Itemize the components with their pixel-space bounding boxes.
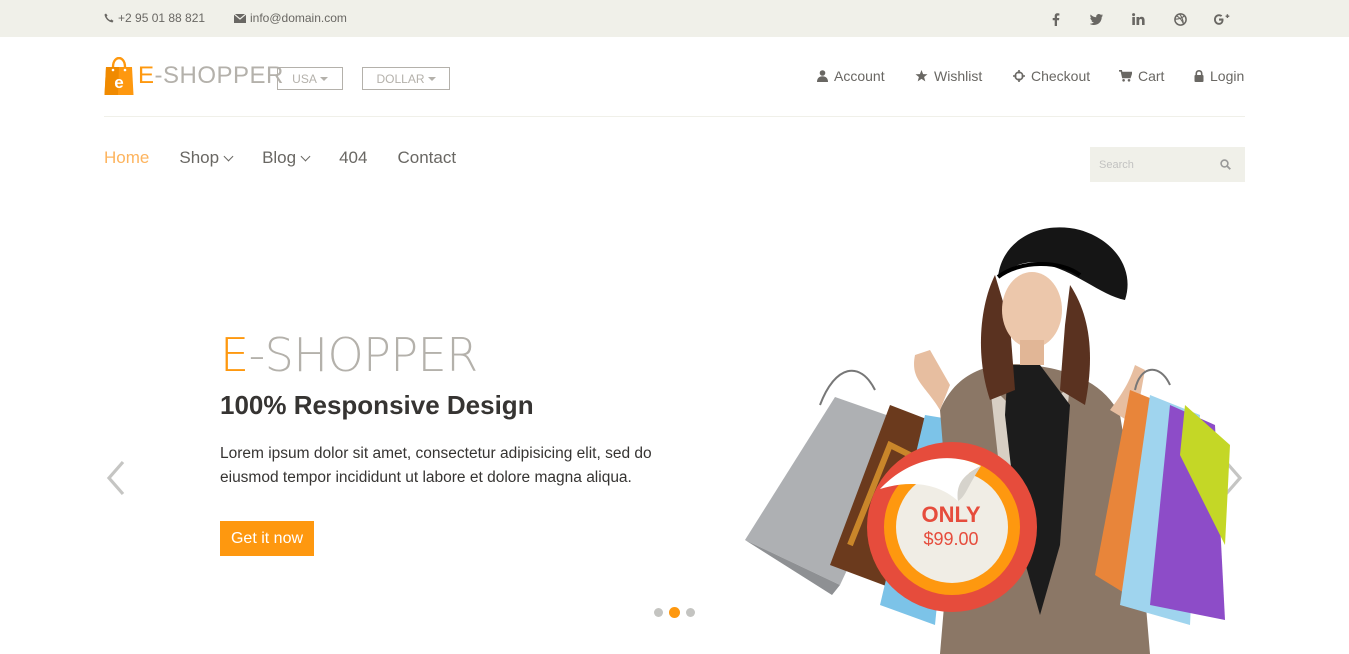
main-navigation: Home Shop Blog 404 Contact <box>104 147 486 169</box>
search-icon[interactable] <box>1220 159 1231 170</box>
star-icon <box>915 70 928 82</box>
logo[interactable]: e E-SHOPPER <box>104 57 284 95</box>
price-label: ONLY <box>921 502 981 527</box>
twitter-icon[interactable] <box>1086 9 1106 29</box>
shopping-bag-logo-icon: e <box>104 57 134 95</box>
nav-home[interactable]: Home <box>104 147 149 169</box>
dribbble-icon[interactable] <box>1170 9 1190 29</box>
account-link[interactable]: Account <box>817 68 885 84</box>
slide-indicator[interactable] <box>654 608 663 617</box>
search-input[interactable] <box>1090 158 1210 171</box>
login-link[interactable]: Login <box>1194 68 1244 84</box>
lock-icon <box>1194 70 1204 82</box>
google-plus-icon[interactable] <box>1212 9 1232 29</box>
crosshairs-icon <box>1013 70 1025 82</box>
facebook-icon[interactable] <box>1046 9 1066 29</box>
slider-indicators <box>654 607 695 618</box>
phone-contact[interactable]: +2 95 01 88 821 <box>104 11 205 25</box>
login-label: Login <box>1210 68 1245 84</box>
currency-dropdown[interactable]: DOLLAR <box>362 67 450 90</box>
linkedin-icon[interactable] <box>1128 9 1148 29</box>
caret-down-icon <box>319 76 328 81</box>
logo-text: E-SHOPPER <box>138 62 284 89</box>
shopping-cart-icon <box>1119 70 1132 82</box>
account-label: Account <box>834 68 885 84</box>
envelope-icon <box>234 13 246 23</box>
checkout-link[interactable]: Checkout <box>1013 68 1090 84</box>
nav-404[interactable]: 404 <box>339 147 367 169</box>
caret-down-icon <box>427 76 436 81</box>
cart-label: Cart <box>1138 68 1165 84</box>
wishlist-label: Wishlist <box>934 68 983 84</box>
user-icon <box>817 70 828 82</box>
nav-shop[interactable]: Shop <box>179 147 234 169</box>
get-it-now-button[interactable]: Get it now <box>220 521 314 556</box>
phone-number: +2 95 01 88 821 <box>118 11 206 25</box>
slide-indicator-active[interactable] <box>669 607 680 618</box>
nav-blog[interactable]: Blog <box>262 147 311 169</box>
country-dropdown-label: USA <box>292 71 317 86</box>
email-address: info@domain.com <box>250 11 347 25</box>
slide-description: Lorem ipsum dolor sit amet, consectetur … <box>220 445 652 486</box>
slide-indicator[interactable] <box>686 608 695 617</box>
slider-prev-arrow-icon[interactable] <box>106 460 126 496</box>
currency-dropdown-label: DOLLAR <box>376 71 425 86</box>
country-dropdown[interactable]: USA <box>277 67 343 90</box>
cart-link[interactable]: Cart <box>1119 68 1164 84</box>
phone-icon <box>104 13 114 23</box>
header-middle: e E-SHOPPER USA DOLLAR Account Wishlist … <box>104 37 1245 117</box>
chevron-down-icon <box>223 151 234 161</box>
slide-title: E-SHOPPER <box>220 328 478 382</box>
nav-contact[interactable]: Contact <box>397 147 456 169</box>
chevron-down-icon <box>300 151 311 161</box>
wishlist-link[interactable]: Wishlist <box>915 68 982 84</box>
slide-subtitle: 100% Responsive Design <box>220 390 534 420</box>
logo-bag-letter: e <box>114 73 123 92</box>
search-box <box>1090 147 1245 182</box>
price-value: $99.00 <box>923 529 979 549</box>
email-contact[interactable]: info@domain.com <box>234 11 347 25</box>
top-bar: +2 95 01 88 821 info@domain.com <box>0 0 1349 37</box>
checkout-label: Checkout <box>1031 68 1091 84</box>
